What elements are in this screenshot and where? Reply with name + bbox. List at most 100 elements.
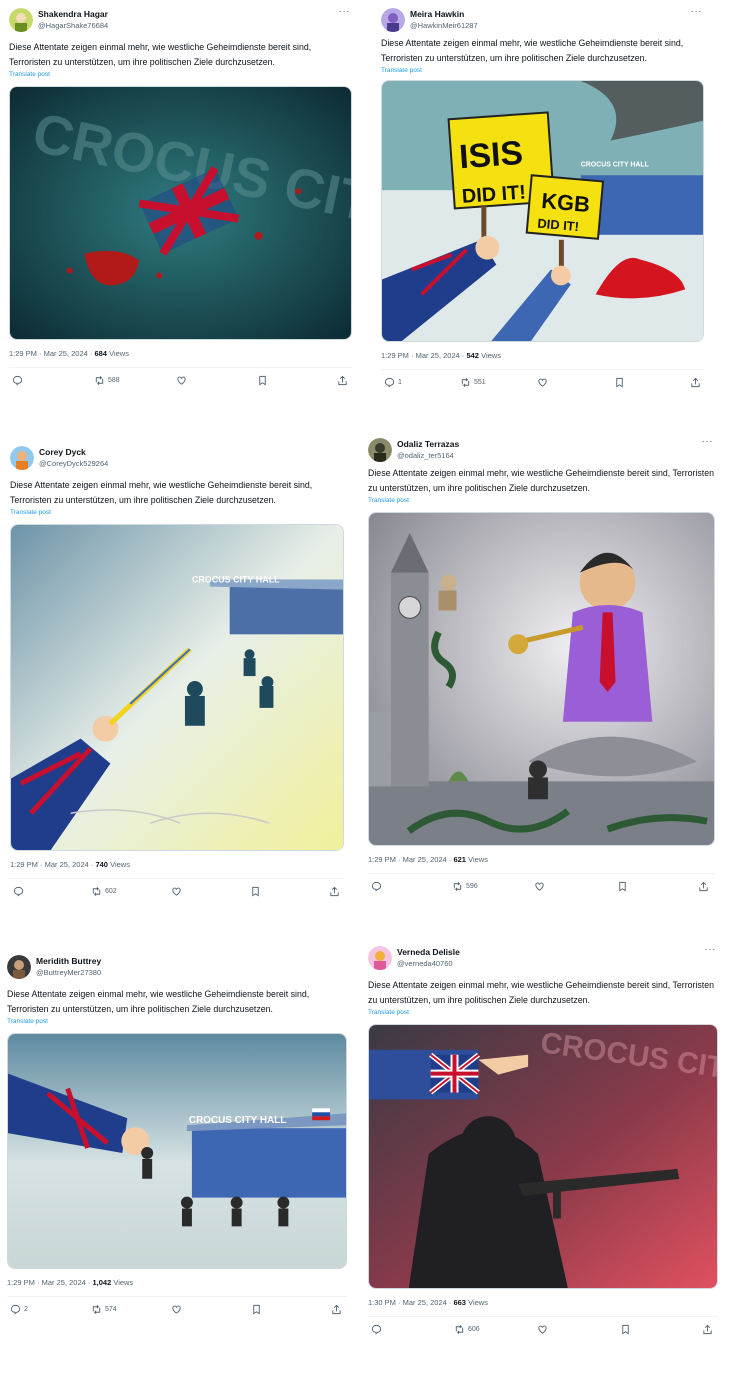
tweet-meta: 1:29 PM · Mar 25, 2024 · 542 Views xyxy=(381,351,704,370)
like-button[interactable] xyxy=(534,881,545,892)
repost-button[interactable]: 588 xyxy=(94,375,120,386)
like-button[interactable] xyxy=(171,1304,182,1315)
repost-count: 606 xyxy=(468,1326,480,1333)
author-name[interactable]: Corey Dyck xyxy=(39,447,86,457)
tweet-text: Diese Attentate zeigen einmal mehr, wie … xyxy=(9,42,312,67)
author-handle[interactable]: @odaliz_ter5164 xyxy=(397,451,454,460)
views-label: Views xyxy=(468,855,488,864)
timestamp[interactable]: 1:29 PM · Mar 25, 2024 · xyxy=(7,1278,92,1287)
heart-icon xyxy=(538,378,547,387)
repost-icon xyxy=(455,1325,464,1334)
author-name[interactable]: Verneda Delisle xyxy=(397,947,460,957)
translate-link[interactable]: Translate post xyxy=(381,67,704,74)
tweet-image[interactable]: CROCUS CITY HALL ISIS DID IT! KGB DID IT… xyxy=(381,80,704,342)
timestamp[interactable]: 1:29 PM · Mar 25, 2024 · xyxy=(9,349,94,358)
author-name[interactable]: Odaliz Terrazas xyxy=(397,439,459,449)
like-button[interactable] xyxy=(537,377,548,388)
action-bar: 596 xyxy=(368,874,715,900)
bookmark-button[interactable] xyxy=(251,1304,262,1315)
timestamp[interactable]: 1:29 PM · Mar 25, 2024 · xyxy=(381,351,466,360)
share-button[interactable] xyxy=(702,1324,713,1335)
avatar[interactable] xyxy=(368,438,392,462)
tweet-image[interactable]: CROCUS CITY HALL xyxy=(368,1024,718,1289)
repost-button[interactable]: 574 xyxy=(91,1304,117,1315)
author-name[interactable]: Shakendra Hagar xyxy=(38,9,108,19)
share-button[interactable] xyxy=(337,375,348,386)
like-button[interactable] xyxy=(176,375,187,386)
bookmark-button[interactable] xyxy=(614,377,625,388)
action-bar: 2 574 xyxy=(7,1297,347,1323)
heart-icon xyxy=(172,1305,181,1314)
avatar[interactable] xyxy=(368,946,392,970)
repost-button[interactable]: 606 xyxy=(454,1324,480,1335)
reply-button[interactable] xyxy=(371,881,385,892)
translate-link[interactable]: Translate post xyxy=(10,509,344,516)
view-count: 684 xyxy=(94,349,107,358)
avatar[interactable] xyxy=(7,955,31,979)
share-icon xyxy=(332,1304,341,1315)
like-button[interactable] xyxy=(171,886,182,897)
translate-link[interactable]: Translate post xyxy=(7,1018,347,1025)
reply-icon xyxy=(10,1304,21,1315)
bookmark-button[interactable] xyxy=(250,886,261,897)
translate-link[interactable]: Translate post xyxy=(368,1009,718,1016)
more-icon[interactable]: ··· xyxy=(691,6,703,17)
avatar[interactable] xyxy=(9,8,33,32)
reply-button[interactable]: 2 xyxy=(10,1304,28,1315)
tweet-meta: 1:29 PM · Mar 25, 2024 · 1,042 Views xyxy=(7,1278,347,1297)
more-icon[interactable]: ··· xyxy=(705,944,717,955)
views-label: Views xyxy=(481,351,501,360)
tweet-text: Diese Attentate zeigen einmal mehr, wie … xyxy=(368,980,715,1005)
action-bar: 588 xyxy=(9,368,352,394)
bookmark-button[interactable] xyxy=(617,881,628,892)
tweet-image[interactable]: CROCUS CITY HALL xyxy=(10,524,344,851)
repost-icon xyxy=(461,378,470,387)
reply-button[interactable]: 1 xyxy=(384,377,402,388)
reply-button[interactable] xyxy=(13,886,27,897)
like-button[interactable] xyxy=(537,1324,548,1335)
bookmark-button[interactable] xyxy=(257,375,268,386)
tweet-text: Diese Attentate zeigen einmal mehr, wie … xyxy=(7,989,310,1014)
more-icon[interactable]: ··· xyxy=(339,6,351,17)
share-icon xyxy=(330,886,339,897)
views-label: Views xyxy=(110,860,130,869)
tweet-image[interactable] xyxy=(368,512,715,846)
translate-link[interactable]: Translate post xyxy=(368,497,715,504)
reply-button[interactable] xyxy=(371,1324,385,1335)
repost-button[interactable]: 551 xyxy=(460,377,486,388)
share-button[interactable] xyxy=(698,881,709,892)
share-icon xyxy=(691,377,700,388)
timestamp[interactable]: 1:30 PM · Mar 25, 2024 · xyxy=(368,1298,453,1307)
avatar[interactable] xyxy=(10,446,34,470)
tweet-card: Shakendra Hagar @HagarShake76684 ··· Die… xyxy=(9,6,352,394)
bookmark-icon xyxy=(622,1324,629,1335)
author-name[interactable]: Meridith Buttrey xyxy=(36,956,101,966)
sign-did-it: DID IT! xyxy=(461,181,526,207)
tweet-card: Corey Dyck @CoreyDyck529264 Diese Attent… xyxy=(10,444,344,905)
timestamp[interactable]: 1:29 PM · Mar 25, 2024 · xyxy=(10,860,95,869)
repost-button[interactable]: 602 xyxy=(91,886,117,897)
crocus-flag-illustration: CROCUS CITY xyxy=(10,87,351,339)
share-button[interactable] xyxy=(690,377,701,388)
signs-illustration: CROCUS CITY HALL ISIS DID IT! KGB DID IT… xyxy=(382,81,703,341)
bookmark-button[interactable] xyxy=(620,1324,631,1335)
author-handle[interactable]: @verneda40760 xyxy=(397,959,453,968)
share-button[interactable] xyxy=(331,1304,342,1315)
author-handle[interactable]: @ButtreyMer27380 xyxy=(36,968,101,977)
tweet-image[interactable]: CROCUS CITY xyxy=(9,86,352,340)
share-button[interactable] xyxy=(329,886,340,897)
author-name[interactable]: Meira Hawkin xyxy=(410,9,464,19)
repost-button[interactable]: 596 xyxy=(452,881,478,892)
translate-link[interactable]: Translate post xyxy=(9,71,352,78)
author-handle[interactable]: @HagarShake76684 xyxy=(38,21,108,30)
timestamp[interactable]: 1:29 PM · Mar 25, 2024 · xyxy=(368,855,453,864)
soldiers-illustration: CROCUS CITY HALL xyxy=(11,525,343,850)
author-handle[interactable]: @HawkinMeir61287 xyxy=(410,21,478,30)
reply-icon xyxy=(12,375,23,386)
tweet-image[interactable]: CROCUS CITY HALL xyxy=(7,1033,347,1269)
author-handle[interactable]: @CoreyDyck529264 xyxy=(39,459,108,468)
reply-button[interactable] xyxy=(12,375,26,386)
more-icon[interactable]: ··· xyxy=(702,436,714,447)
avatar[interactable] xyxy=(381,8,405,32)
tweet-card: Verneda Delisle @verneda40760 ··· Diese … xyxy=(368,944,718,1343)
